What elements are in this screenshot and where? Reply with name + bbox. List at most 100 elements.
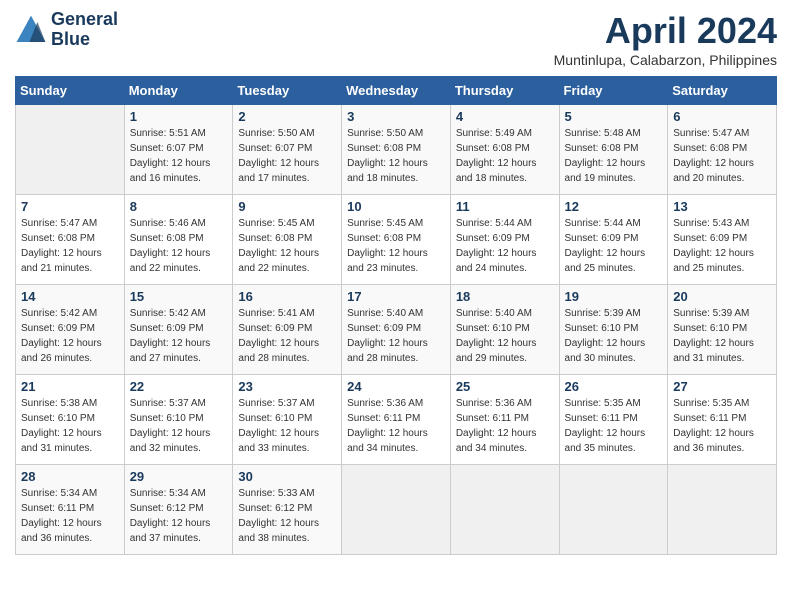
sunset-label: Sunset: 6:10 PM	[238, 413, 312, 424]
month-title: April 2024	[554, 10, 777, 52]
daylight-label: Daylight: 12 hours and 35 minutes.	[565, 428, 646, 454]
sunset-label: Sunset: 6:09 PM	[673, 233, 747, 244]
sunrise-label: Sunrise: 5:35 AM	[565, 398, 641, 409]
sunset-label: Sunset: 6:11 PM	[456, 413, 529, 424]
sunrise-label: Sunrise: 5:36 AM	[456, 398, 532, 409]
day-number: 11	[456, 199, 554, 214]
cell-info: Sunrise: 5:51 AM Sunset: 6:07 PM Dayligh…	[130, 126, 228, 186]
day-number: 13	[673, 199, 771, 214]
calendar-cell	[450, 465, 559, 555]
sunset-label: Sunset: 6:11 PM	[347, 413, 420, 424]
sunrise-label: Sunrise: 5:40 AM	[456, 308, 532, 319]
calendar-cell: 21 Sunrise: 5:38 AM Sunset: 6:10 PM Dayl…	[16, 375, 125, 465]
logo-icon	[15, 14, 47, 46]
sunset-label: Sunset: 6:09 PM	[565, 233, 639, 244]
calendar-cell: 13 Sunrise: 5:43 AM Sunset: 6:09 PM Dayl…	[668, 195, 777, 285]
calendar-cell: 20 Sunrise: 5:39 AM Sunset: 6:10 PM Dayl…	[668, 285, 777, 375]
sunrise-label: Sunrise: 5:51 AM	[130, 128, 206, 139]
day-number: 10	[347, 199, 445, 214]
day-number: 1	[130, 109, 228, 124]
sunrise-label: Sunrise: 5:34 AM	[21, 488, 97, 499]
thursday-header: Thursday	[450, 77, 559, 105]
sunset-label: Sunset: 6:08 PM	[21, 233, 95, 244]
cell-info: Sunrise: 5:37 AM Sunset: 6:10 PM Dayligh…	[130, 396, 228, 456]
calendar-body: 1 Sunrise: 5:51 AM Sunset: 6:07 PM Dayli…	[16, 105, 777, 555]
calendar-cell	[16, 105, 125, 195]
daylight-label: Daylight: 12 hours and 36 minutes.	[673, 428, 754, 454]
daylight-label: Daylight: 12 hours and 31 minutes.	[673, 338, 754, 364]
cell-info: Sunrise: 5:49 AM Sunset: 6:08 PM Dayligh…	[456, 126, 554, 186]
calendar-cell: 8 Sunrise: 5:46 AM Sunset: 6:08 PM Dayli…	[124, 195, 233, 285]
cell-info: Sunrise: 5:33 AM Sunset: 6:12 PM Dayligh…	[238, 486, 336, 546]
daylight-label: Daylight: 12 hours and 28 minutes.	[347, 338, 428, 364]
calendar-cell: 3 Sunrise: 5:50 AM Sunset: 6:08 PM Dayli…	[342, 105, 451, 195]
sunset-label: Sunset: 6:09 PM	[456, 233, 530, 244]
day-number: 16	[238, 289, 336, 304]
sunrise-label: Sunrise: 5:48 AM	[565, 128, 641, 139]
sunrise-label: Sunrise: 5:41 AM	[238, 308, 314, 319]
daylight-label: Daylight: 12 hours and 18 minutes.	[456, 158, 537, 184]
calendar-cell: 6 Sunrise: 5:47 AM Sunset: 6:08 PM Dayli…	[668, 105, 777, 195]
daylight-label: Daylight: 12 hours and 32 minutes.	[130, 428, 211, 454]
calendar-cell: 18 Sunrise: 5:40 AM Sunset: 6:10 PM Dayl…	[450, 285, 559, 375]
daylight-label: Daylight: 12 hours and 20 minutes.	[673, 158, 754, 184]
calendar-cell: 7 Sunrise: 5:47 AM Sunset: 6:08 PM Dayli…	[16, 195, 125, 285]
sunset-label: Sunset: 6:08 PM	[673, 143, 747, 154]
page-container: General Blue April 2024 Muntinlupa, Cala…	[15, 10, 777, 555]
sunrise-label: Sunrise: 5:34 AM	[130, 488, 206, 499]
sunset-label: Sunset: 6:10 PM	[21, 413, 95, 424]
daylight-label: Daylight: 12 hours and 29 minutes.	[456, 338, 537, 364]
day-number: 20	[673, 289, 771, 304]
calendar-week-2: 7 Sunrise: 5:47 AM Sunset: 6:08 PM Dayli…	[16, 195, 777, 285]
monday-header: Monday	[124, 77, 233, 105]
sunset-label: Sunset: 6:09 PM	[21, 323, 95, 334]
logo: General Blue	[15, 10, 118, 50]
sunset-label: Sunset: 6:07 PM	[238, 143, 312, 154]
sunrise-label: Sunrise: 5:44 AM	[565, 218, 641, 229]
cell-info: Sunrise: 5:39 AM Sunset: 6:10 PM Dayligh…	[565, 306, 663, 366]
sunrise-label: Sunrise: 5:44 AM	[456, 218, 532, 229]
cell-info: Sunrise: 5:47 AM Sunset: 6:08 PM Dayligh…	[21, 216, 119, 276]
cell-info: Sunrise: 5:37 AM Sunset: 6:10 PM Dayligh…	[238, 396, 336, 456]
cell-info: Sunrise: 5:43 AM Sunset: 6:09 PM Dayligh…	[673, 216, 771, 276]
wednesday-header: Wednesday	[342, 77, 451, 105]
sunset-label: Sunset: 6:10 PM	[565, 323, 639, 334]
sunrise-label: Sunrise: 5:33 AM	[238, 488, 314, 499]
calendar-cell: 24 Sunrise: 5:36 AM Sunset: 6:11 PM Dayl…	[342, 375, 451, 465]
daylight-label: Daylight: 12 hours and 27 minutes.	[130, 338, 211, 364]
sunrise-label: Sunrise: 5:45 AM	[347, 218, 423, 229]
daylight-label: Daylight: 12 hours and 22 minutes.	[130, 248, 211, 274]
sunrise-label: Sunrise: 5:37 AM	[238, 398, 314, 409]
sunrise-label: Sunrise: 5:47 AM	[21, 218, 97, 229]
calendar-week-5: 28 Sunrise: 5:34 AM Sunset: 6:11 PM Dayl…	[16, 465, 777, 555]
cell-info: Sunrise: 5:41 AM Sunset: 6:09 PM Dayligh…	[238, 306, 336, 366]
daylight-label: Daylight: 12 hours and 19 minutes.	[565, 158, 646, 184]
calendar-header: Sunday Monday Tuesday Wednesday Thursday…	[16, 77, 777, 105]
tuesday-header: Tuesday	[233, 77, 342, 105]
calendar-cell: 14 Sunrise: 5:42 AM Sunset: 6:09 PM Dayl…	[16, 285, 125, 375]
calendar-cell: 12 Sunrise: 5:44 AM Sunset: 6:09 PM Dayl…	[559, 195, 668, 285]
title-block: April 2024 Muntinlupa, Calabarzon, Phili…	[554, 10, 777, 68]
calendar-cell: 15 Sunrise: 5:42 AM Sunset: 6:09 PM Dayl…	[124, 285, 233, 375]
sunset-label: Sunset: 6:11 PM	[673, 413, 746, 424]
sunday-header: Sunday	[16, 77, 125, 105]
daylight-label: Daylight: 12 hours and 18 minutes.	[347, 158, 428, 184]
day-number: 8	[130, 199, 228, 214]
cell-info: Sunrise: 5:36 AM Sunset: 6:11 PM Dayligh…	[456, 396, 554, 456]
cell-info: Sunrise: 5:46 AM Sunset: 6:08 PM Dayligh…	[130, 216, 228, 276]
daylight-label: Daylight: 12 hours and 34 minutes.	[347, 428, 428, 454]
day-number: 3	[347, 109, 445, 124]
cell-info: Sunrise: 5:48 AM Sunset: 6:08 PM Dayligh…	[565, 126, 663, 186]
daylight-label: Daylight: 12 hours and 36 minutes.	[21, 518, 102, 544]
sunrise-label: Sunrise: 5:42 AM	[21, 308, 97, 319]
calendar-cell	[668, 465, 777, 555]
cell-info: Sunrise: 5:45 AM Sunset: 6:08 PM Dayligh…	[347, 216, 445, 276]
day-number: 19	[565, 289, 663, 304]
calendar-cell: 28 Sunrise: 5:34 AM Sunset: 6:11 PM Dayl…	[16, 465, 125, 555]
calendar-week-4: 21 Sunrise: 5:38 AM Sunset: 6:10 PM Dayl…	[16, 375, 777, 465]
daylight-label: Daylight: 12 hours and 26 minutes.	[21, 338, 102, 364]
cell-info: Sunrise: 5:38 AM Sunset: 6:10 PM Dayligh…	[21, 396, 119, 456]
sunset-label: Sunset: 6:09 PM	[347, 323, 421, 334]
calendar-week-1: 1 Sunrise: 5:51 AM Sunset: 6:07 PM Dayli…	[16, 105, 777, 195]
sunrise-label: Sunrise: 5:38 AM	[21, 398, 97, 409]
